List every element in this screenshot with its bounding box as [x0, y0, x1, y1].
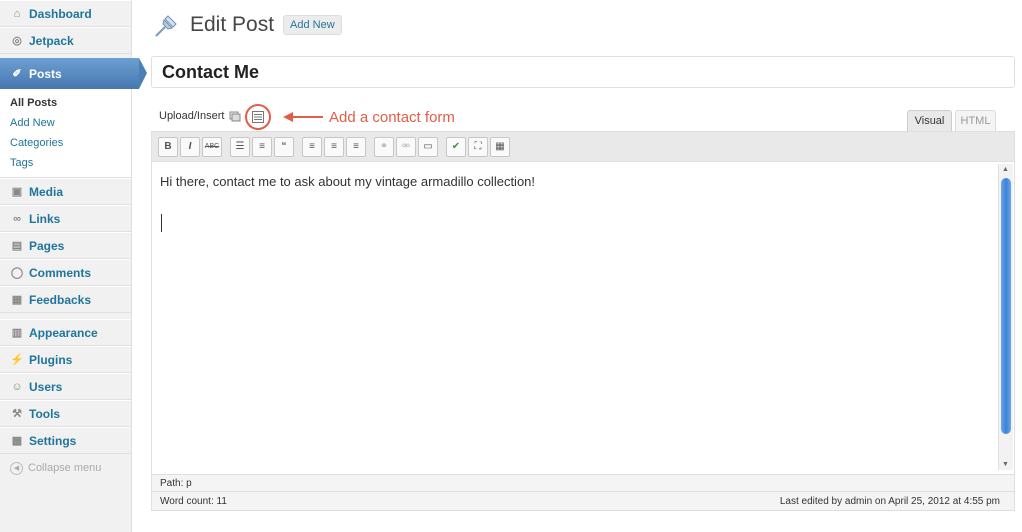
- jetpack-icon: ◎: [12, 35, 22, 47]
- sidebar-item-label: Jetpack: [29, 33, 74, 48]
- posts-submenu: All Posts Add New Categories Tags: [0, 89, 131, 178]
- sidebar-item-label: Settings: [29, 433, 77, 448]
- sidebar-item-label: Posts: [29, 66, 62, 81]
- annotation-text: Add a contact form: [329, 109, 455, 126]
- admin-sidebar: ⌂ Dashboard ◎ Jetpack ✐ Posts All Posts …: [0, 0, 147, 532]
- word-count: Word count: 11: [160, 496, 227, 507]
- sidebar-item-media[interactable]: ▣ Media: [0, 178, 131, 205]
- contact-form-icon[interactable]: [252, 111, 264, 123]
- upload-insert-label: Upload/Insert: [159, 110, 225, 122]
- sidebar-item-links[interactable]: ∞ Links: [0, 205, 131, 232]
- submenu-add-new[interactable]: Add New: [10, 113, 131, 133]
- editor-toolbar: B I ABC ☰ ≡ “ ≡ ≡ ≡ ⚭ ⚮ ▭ ✔ ⛶ ▦: [152, 132, 1014, 162]
- sidebar-item-posts[interactable]: ✐ Posts: [0, 58, 147, 89]
- status-bar: Word count: 11 Last edited by admin on A…: [152, 491, 1014, 510]
- text-caret: [161, 214, 162, 232]
- sidebar-item-tools[interactable]: ⚒ Tools: [0, 400, 131, 427]
- scroll-up-icon[interactable]: ▲: [1002, 166, 1009, 173]
- comments-icon: ◯: [10, 267, 24, 279]
- tab-visual[interactable]: Visual: [907, 110, 952, 132]
- align-center-icon[interactable]: ≡: [324, 136, 344, 157]
- sidebar-item-label: Media: [29, 184, 64, 199]
- post-editor: B I ABC ☰ ≡ “ ≡ ≡ ≡ ⚭ ⚮ ▭ ✔ ⛶ ▦ Hi there…: [151, 131, 1015, 511]
- strikethrough-icon[interactable]: ABC: [202, 136, 222, 157]
- blockquote-icon[interactable]: “: [274, 136, 294, 157]
- kitchen-sink-icon[interactable]: ▦: [490, 136, 510, 157]
- last-edited: Last edited by admin on April 25, 2012 a…: [779, 496, 1000, 507]
- pin-icon: ✐: [12, 68, 22, 80]
- sidebar-item-label: Pages: [29, 238, 65, 253]
- submenu-all-posts[interactable]: All Posts: [10, 93, 131, 113]
- sidebar-item-label: Dashboard: [29, 6, 92, 21]
- pages-icon: ▤: [11, 240, 23, 252]
- feedback-icon: ▦: [11, 294, 23, 306]
- editor-scrollbar[interactable]: ▲ ▼: [998, 164, 1013, 470]
- sidebar-item-settings[interactable]: ▩ Settings: [0, 427, 131, 454]
- italic-icon[interactable]: I: [180, 136, 200, 157]
- sidebar-item-label: Comments: [29, 265, 92, 280]
- scrollbar-thumb[interactable]: [1001, 178, 1011, 434]
- fullscreen-icon[interactable]: ⛶: [468, 136, 488, 157]
- collapse-menu-label: Collapse menu: [28, 462, 102, 474]
- tools-icon: ⚒: [12, 408, 22, 420]
- sidebar-item-label: Links: [29, 211, 61, 226]
- sidebar-item-pages[interactable]: ▤ Pages: [0, 232, 131, 259]
- editor-content[interactable]: Hi there, contact me to ask about my vin…: [152, 162, 998, 474]
- bullet-list-icon[interactable]: ☰: [230, 136, 250, 157]
- sidebar-item-label: Users: [29, 379, 63, 394]
- appearance-icon: ▥: [11, 327, 23, 339]
- submenu-categories[interactable]: Categories: [10, 133, 131, 153]
- sidebar-item-dashboard[interactable]: ⌂ Dashboard: [0, 0, 131, 27]
- collapse-menu-button[interactable]: ◀ Collapse menu: [0, 454, 131, 482]
- submenu-tags[interactable]: Tags: [10, 153, 131, 173]
- media-buttons: Upload/Insert: [159, 110, 241, 122]
- sidebar-item-label: Tools: [29, 406, 61, 421]
- users-icon: ☺: [11, 380, 23, 393]
- sidebar-item-feedbacks[interactable]: ▦ Feedbacks: [0, 286, 131, 313]
- dashboard-icon: ⌂: [13, 7, 21, 20]
- sidebar-item-label: Appearance: [29, 325, 98, 340]
- align-left-icon[interactable]: ≡: [302, 136, 322, 157]
- sidebar-item-label: Plugins: [29, 352, 73, 367]
- media-icon: ▣: [11, 186, 23, 198]
- scroll-down-icon[interactable]: ▼: [1002, 461, 1009, 468]
- add-new-button[interactable]: Add New: [283, 15, 342, 35]
- page-title: Edit Post: [190, 13, 275, 36]
- sidebar-item-jetpack[interactable]: ◎ Jetpack: [0, 27, 131, 54]
- pin-icon: [155, 15, 177, 37]
- collapse-arrow-icon: ◀: [10, 461, 23, 475]
- post-title-input[interactable]: Contact Me: [151, 56, 1015, 88]
- link-icon: ∞: [13, 212, 21, 225]
- add-media-icon[interactable]: [229, 110, 241, 122]
- annotation-arrow-icon: [283, 112, 323, 122]
- settings-icon: ▩: [11, 435, 23, 447]
- bold-icon[interactable]: B: [158, 136, 178, 157]
- page-heading: Edit Post Add New: [152, 10, 342, 40]
- sidebar-item-comments[interactable]: ◯ Comments: [0, 259, 131, 286]
- insert-more-icon[interactable]: ▭: [418, 136, 438, 157]
- sidebar-item-users[interactable]: ☺ Users: [0, 373, 131, 400]
- spellcheck-icon[interactable]: ✔: [446, 136, 466, 157]
- align-right-icon[interactable]: ≡: [346, 136, 366, 157]
- unlink-icon[interactable]: ⚮: [396, 136, 416, 157]
- sidebar-item-appearance[interactable]: ▥ Appearance: [0, 319, 131, 346]
- plugins-icon: ⚡: [10, 354, 24, 366]
- sidebar-item-label: Feedbacks: [29, 292, 92, 307]
- numbered-list-icon[interactable]: ≡: [252, 136, 272, 157]
- insert-link-icon[interactable]: ⚭: [374, 136, 394, 157]
- post-body-text: Hi there, contact me to ask about my vin…: [160, 174, 536, 189]
- sidebar-item-plugins[interactable]: ⚡ Plugins: [0, 346, 131, 373]
- element-path: Path: p: [152, 474, 1014, 491]
- tab-html[interactable]: HTML: [955, 110, 996, 132]
